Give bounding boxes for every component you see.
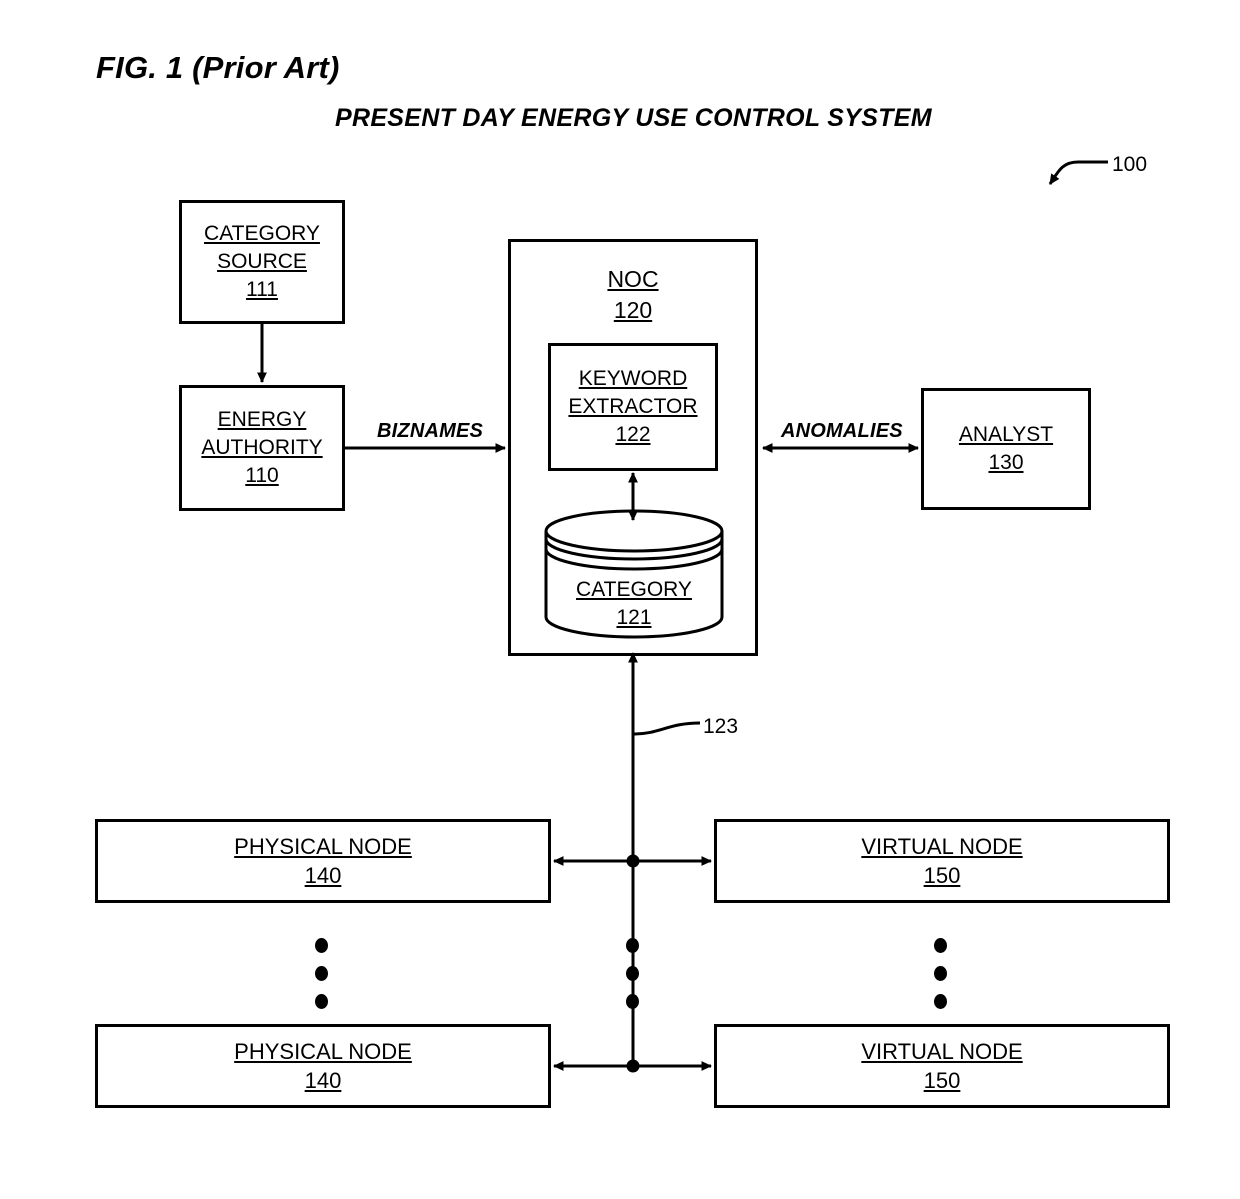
- ellipsis-dot: [626, 994, 639, 1009]
- ellipsis-dot: [315, 966, 328, 981]
- physical-node-2-title: PHYSICAL NODE: [234, 1038, 412, 1064]
- noc-title: NOC: [607, 266, 659, 292]
- analyst-box: ANALYST 130: [921, 388, 1091, 510]
- energy-authority-title-2: AUTHORITY: [201, 436, 323, 460]
- ellipsis-dot: [934, 994, 947, 1009]
- physical-node-box-2: PHYSICAL NODE 140: [95, 1024, 551, 1108]
- category-source-title-2: SOURCE: [217, 250, 307, 274]
- ellipsis-dot: [934, 938, 947, 953]
- ellipsis-dot: [626, 966, 639, 981]
- physical-node-1-ref: 140: [304, 863, 342, 888]
- system-reference-numeral: 100: [1112, 153, 1148, 176]
- virtual-node-2-title: VIRTUAL NODE: [861, 1038, 1023, 1064]
- biznames-edge-label: BIZNAMES: [377, 420, 484, 442]
- bus-junction-dot-row-1: [626, 854, 640, 868]
- keyword-extractor-box: KEYWORD EXTRACTOR 122: [548, 343, 718, 471]
- bus-junction-dot-row-2: [626, 1059, 640, 1073]
- ellipsis-dots-bus: [626, 938, 639, 1009]
- ellipsis-dot: [315, 994, 328, 1009]
- virtual-node-box-2: VIRTUAL NODE 150: [714, 1024, 1170, 1108]
- virtual-node-box-1: VIRTUAL NODE 150: [714, 819, 1170, 903]
- keyword-extractor-title: KEYWORD: [578, 367, 688, 391]
- energy-authority-ref: 110: [245, 463, 279, 487]
- category-source-title: CATEGORY: [204, 222, 320, 246]
- analyst-ref: 130: [988, 451, 1024, 474]
- keyword-extractor-ref: 122: [615, 422, 651, 446]
- ellipsis-dots-virtual: [934, 938, 947, 1009]
- noc-ref: 120: [613, 297, 653, 324]
- physical-node-box-1: PHYSICAL NODE 140: [95, 819, 551, 903]
- ellipsis-dots-physical: [315, 938, 328, 1009]
- physical-node-2-ref: 140: [304, 1068, 342, 1093]
- anomalies-edge-label: ANOMALIES: [781, 420, 903, 442]
- figure-subtitle: PRESENT DAY ENERGY USE CONTROL SYSTEM: [335, 104, 932, 132]
- leader-line-100: [1048, 160, 1108, 185]
- keyword-extractor-title-2: EXTRACTOR: [568, 395, 698, 419]
- noc-title-group: NOC 120: [511, 264, 755, 326]
- analyst-title: ANALYST: [958, 423, 1054, 447]
- category-source-box: CATEGORY SOURCE 111: [179, 200, 345, 324]
- energy-authority-box: ENERGY AUTHORITY 110: [179, 385, 345, 511]
- physical-node-1-title: PHYSICAL NODE: [234, 833, 412, 859]
- cylinder-shape: [544, 509, 724, 639]
- energy-authority-title: ENERGY: [217, 408, 307, 432]
- leader-line-123: [633, 721, 701, 736]
- virtual-node-1-ref: 150: [923, 863, 961, 888]
- ellipsis-dot: [626, 938, 639, 953]
- ellipsis-dot: [315, 938, 328, 953]
- virtual-node-2-ref: 150: [923, 1068, 961, 1093]
- ellipsis-dot: [934, 966, 947, 981]
- figure-canvas: FIG. 1 (Prior Art) PRESENT DAY ENERGY US…: [0, 0, 1240, 1199]
- category-database-cylinder: CATEGORY 121: [543, 508, 725, 640]
- bus-reference-numeral: 123: [703, 715, 739, 738]
- category-source-ref: 111: [246, 277, 278, 301]
- figure-label: FIG. 1 (Prior Art): [96, 50, 340, 85]
- virtual-node-1-title: VIRTUAL NODE: [861, 833, 1023, 859]
